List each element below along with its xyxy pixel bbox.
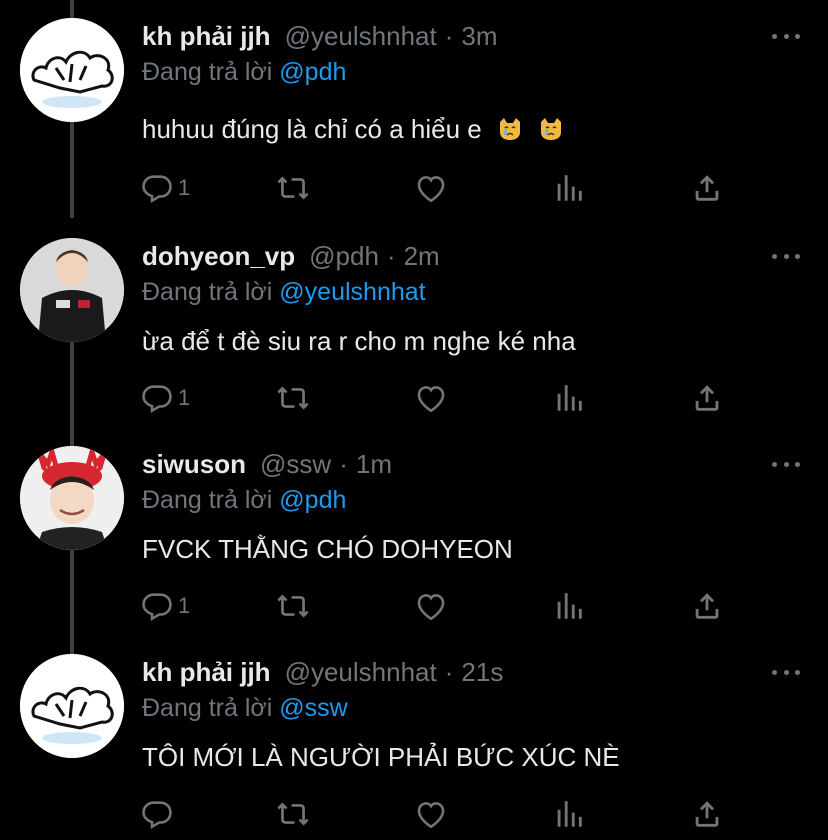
heart-icon: [417, 802, 445, 829]
analytics-button[interactable]: [552, 378, 586, 418]
handle[interactable]: @ssw: [260, 449, 331, 480]
like-button[interactable]: [414, 168, 448, 208]
tweet-text: huhuu đúng là chỉ có a hiểu e: [142, 114, 564, 145]
retweet-icon: [277, 594, 309, 618]
separator-dot: ·: [386, 240, 396, 271]
analytics-button[interactable]: [552, 586, 586, 626]
like-button[interactable]: [414, 586, 448, 626]
share-button[interactable]: [690, 586, 724, 626]
avatar[interactable]: [20, 18, 124, 122]
more-icon[interactable]: [772, 452, 800, 476]
reply-icon: [142, 801, 172, 830]
replying-to: Đang trả lời @pdh: [142, 486, 346, 515]
share-icon: [695, 175, 719, 201]
thread-line: [70, 0, 74, 20]
crying-cat-face-icon: [499, 118, 520, 140]
retweet-button[interactable]: [276, 586, 310, 626]
thread-line: [70, 342, 74, 448]
analytics-button[interactable]: [552, 168, 586, 208]
share-icon: [695, 385, 719, 411]
tweet-header: kh phải jjh @yeulshnhat · 21s: [142, 654, 503, 690]
reply-prefix: Đang trả lời: [142, 486, 273, 514]
mention-link[interactable]: @yeulshnhat: [279, 278, 425, 306]
like-button[interactable]: [414, 378, 448, 418]
timestamp[interactable]: 21s: [461, 657, 503, 688]
retweet-button[interactable]: [276, 794, 310, 834]
timestamp[interactable]: 3m: [461, 21, 497, 52]
separator-dot: ·: [444, 20, 454, 51]
analytics-button[interactable]: [552, 794, 586, 834]
avatar[interactable]: [20, 446, 124, 550]
tweet-text-content: huhuu đúng là chỉ có a hiểu e: [142, 114, 482, 144]
separator-dot: ·: [339, 448, 348, 479]
heart-icon: [417, 176, 445, 203]
action-bar: 1: [140, 378, 740, 418]
timestamp[interactable]: 1m: [356, 449, 392, 480]
analytics-icon: [557, 175, 582, 201]
separator-dot: ·: [444, 656, 454, 687]
more-icon[interactable]: [772, 244, 800, 268]
handle[interactable]: @yeulshnhat: [285, 21, 437, 52]
more-icon[interactable]: [772, 660, 800, 684]
share-icon: [695, 593, 719, 619]
heart-icon: [417, 594, 445, 621]
reply-count: 1: [178, 385, 191, 410]
share-button[interactable]: [690, 168, 724, 208]
like-button[interactable]: [414, 794, 448, 834]
display-name[interactable]: dohyeon_vp: [142, 241, 295, 272]
avatar[interactable]: [20, 238, 124, 342]
share-icon: [695, 801, 719, 827]
reply-prefix: Đang trả lời: [142, 58, 273, 86]
reply-count: 1: [178, 593, 191, 618]
reply-icon: [142, 593, 172, 622]
retweet-icon: [277, 802, 309, 826]
tweet-header: kh phải jjh @yeulshnhat · 3m: [142, 18, 498, 54]
action-bar: 1: [140, 586, 740, 626]
mention-link[interactable]: @pdh: [279, 486, 346, 514]
display-name[interactable]: siwuson: [142, 449, 246, 480]
tweet-text: TÔI MỚI LÀ NGƯỜI PHẢI BỨC XÚC NÈ: [142, 742, 620, 772]
handle[interactable]: @yeulshnhat: [285, 657, 437, 688]
retweet-icon: [277, 176, 309, 200]
more-icon[interactable]: [772, 24, 800, 48]
replying-to: Đang trả lời @ssw: [142, 694, 348, 723]
replying-to: Đang trả lời @yeulshnhat: [142, 278, 426, 307]
analytics-icon: [557, 801, 582, 827]
reply-prefix: Đang trả lời: [142, 278, 273, 306]
tweet-header: dohyeon_vp @pdh · 2m: [142, 238, 440, 274]
mention-link[interactable]: @ssw: [279, 694, 347, 722]
reply-button[interactable]: 1: [140, 586, 190, 626]
reply-count: 1: [178, 175, 191, 200]
share-button[interactable]: [690, 794, 724, 834]
retweet-button[interactable]: [276, 168, 310, 208]
tweet-text: ừa để t đè siu ra r cho m nghe ké nha: [142, 326, 576, 356]
reply-button[interactable]: 1: [140, 378, 190, 418]
reply-button[interactable]: [140, 794, 178, 834]
analytics-icon: [557, 593, 582, 619]
thread-line: [70, 550, 74, 656]
display-name[interactable]: kh phải jjh: [142, 657, 271, 688]
analytics-icon: [557, 385, 582, 411]
crying-cat-face-icon: [541, 118, 562, 140]
replying-to: Đang trả lời @pdh: [142, 58, 346, 87]
avatar[interactable]: [20, 654, 124, 758]
tweet-header: siwuson @ssw · 1m: [142, 446, 392, 482]
reply-prefix: Đang trả lời: [142, 694, 273, 722]
mention-link[interactable]: @pdh: [279, 58, 346, 86]
action-bar: 1: [140, 168, 740, 208]
reply-icon: [142, 385, 172, 414]
display-name[interactable]: kh phải jjh: [142, 21, 271, 52]
share-button[interactable]: [690, 378, 724, 418]
retweet-button[interactable]: [276, 378, 310, 418]
handle[interactable]: @pdh: [309, 241, 379, 272]
reply-button[interactable]: 1: [140, 168, 190, 208]
action-bar: [140, 794, 740, 834]
thread-line: [70, 122, 74, 218]
retweet-icon: [277, 386, 309, 410]
timestamp[interactable]: 2m: [404, 241, 440, 272]
heart-icon: [417, 386, 445, 413]
tweet-text: FVCK THẰNG CHÓ DOHYEON: [142, 534, 513, 564]
reply-icon: [142, 175, 172, 204]
